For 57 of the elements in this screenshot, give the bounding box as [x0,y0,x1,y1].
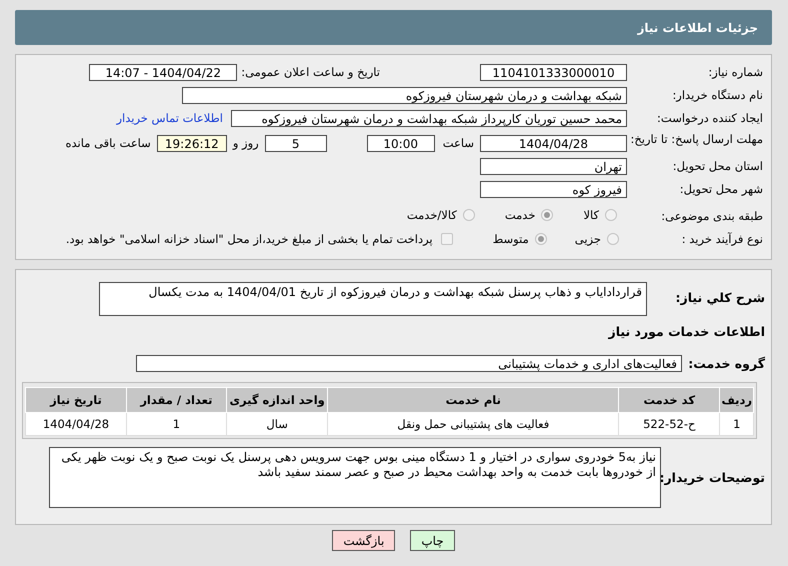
deadline-date-field[interactable]: 1404/04/28 [480,135,627,152]
field-label: استان محل تحویل: [672,159,764,173]
field-label: روز و [232,136,259,150]
table-cell: سال [226,412,328,436]
radio-label: کالا/خدمت [406,208,457,222]
radio-button[interactable] [534,233,547,245]
radio-button[interactable] [541,209,554,221]
radio-button[interactable] [462,209,475,221]
print-button[interactable]: چاپ [410,530,455,551]
field-label: تاریخ و ساعت اعلان عمومی: [241,65,380,79]
field-label: شهر محل تحویل: [678,182,764,196]
page-title-bar: جزئیات اطلاعات نیاز [15,10,772,45]
field-label: شرح کلي نياز: [674,289,765,305]
table-cell: 1 [126,412,226,436]
table-cell: 1 [720,412,754,436]
days-field[interactable]: 5 [264,135,327,152]
column-header: واحد اندازه گیری [226,388,328,412]
description-textarea[interactable]: قراردادایاب و ذهاب پرسنل شبکه بهداشت و درمان فیروزکوه از تاریخ 1404/04/01 به مدت یکسال [99,282,647,316]
column-header: تاریخ نیاز [26,388,126,412]
field-label: توضیحات خریدار: [661,470,765,485]
remaining-time-field[interactable]: 19:26:12 [156,135,227,152]
field-label: نام دستگاه خریدار: [671,88,764,102]
service-group-field[interactable]: فعالیت‌های اداری و خدمات پشتیبانی [136,354,682,372]
requester-field[interactable]: محمد حسین توریان کارپرداز شبکه بهداشت و درمان شهرستان فیروزکوه [231,110,627,126]
field-label: ساعت باقی مانده [66,136,151,150]
need-number-field[interactable]: 1104101333000010 [480,64,627,80]
field-label: نوع فرآیند خرید : [680,232,764,246]
buyer-notes-textarea[interactable]: نیاز به5 خودروی سواری در اختیار و 1 دستگاه مینی بوس جهت سرویس دهی پرسنل یک نوبت صبح و یک نوبت ظهر یکی از خودروها بابت خدمت به واحد بهداشت محیط در صبح و عصر سمند سفید باشد [49,447,661,508]
field-label: ساعت [442,136,474,150]
table-cell: ح-52-522 [618,412,720,436]
section-heading: اطلاعات خدمات مورد نیاز [608,324,765,338]
column-header: نام خدمت [328,388,619,412]
column-header: ردیف [720,388,754,412]
radio-button[interactable] [605,209,617,221]
radio-label: خدمت [504,208,536,222]
city-field[interactable]: فیروز کوه [480,180,627,198]
radio-label: جزیی [574,232,601,246]
radio-label: متوسط [492,232,529,246]
back-button[interactable]: بازگشت [332,530,396,551]
table-cell: فعالیت های پشتیبانی حمل ونقل [328,412,619,436]
field-label: مهلت ارسال پاسخ: تا تاریخ: [629,132,764,146]
buyer-contact-link[interactable]: اطلاعات تماس خریدار [116,111,223,125]
table-cell: 1404/04/28 [26,412,126,436]
province-field[interactable]: تهران [480,158,627,174]
deadline-time-field[interactable]: 10:00 [366,135,435,152]
announce-date-field[interactable]: 1404/04/22 - 14:07 [89,64,238,80]
column-header: کد خدمت [618,388,720,412]
radio-button[interactable] [607,233,619,245]
radio-label: کالا [583,208,599,222]
column-header: تعداد / مقدار [126,388,226,412]
field-label: شماره نیاز: [707,65,764,79]
payment-note: پرداخت تمام یا بخشی از مبلغ خرید،از محل "اسناد خزانه اسلامی" خواهد بود. [66,232,433,246]
field-label: ایجاد کننده درخواست: [656,111,764,125]
buyer-org-field[interactable]: شبکه بهداشت و درمان شهرستان فیروزکوه [182,86,627,104]
field-label: طبقه بندی موضوعی: [660,208,764,223]
checkbox[interactable] [440,233,453,245]
field-label: گروه خدمت: [687,356,765,370]
